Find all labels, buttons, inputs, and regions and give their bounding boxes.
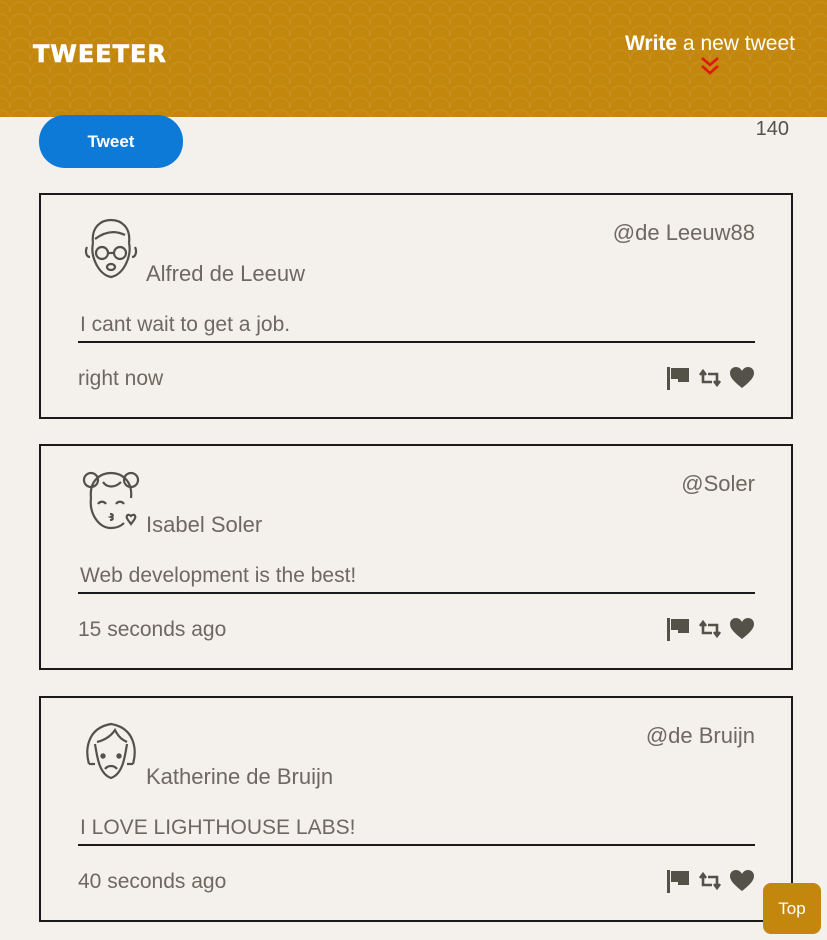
write-new-tweet-toggle[interactable]: Write a new tweet [625, 32, 795, 76]
heart-icon[interactable] [729, 868, 755, 894]
tweet-author-handle: @de Bruijn [645, 723, 755, 748]
brand-logo[interactable]: TWEETER [33, 40, 167, 69]
tweet-card: Isabel Soler @Soler Web development is t… [39, 444, 793, 670]
retweet-icon[interactable] [697, 616, 723, 642]
double-chevron-down-icon[interactable] [699, 56, 721, 76]
glasses-person-icon [84, 218, 138, 279]
tweet-button[interactable]: Tweet [39, 115, 183, 168]
navbar: TWEETER Write a new tweet [0, 0, 827, 117]
tweet-actions [665, 365, 755, 391]
tweet-content: Web development is the best! [78, 564, 755, 594]
kissing-person-icon [82, 471, 140, 530]
flag-icon[interactable] [665, 365, 691, 391]
retweet-icon[interactable] [697, 365, 723, 391]
tweet-timestamp: 40 seconds ago [78, 870, 227, 893]
tweet-actions [665, 868, 755, 894]
scroll-to-top-button[interactable]: Top [763, 883, 821, 934]
retweet-icon[interactable] [697, 868, 723, 894]
flag-icon[interactable] [665, 868, 691, 894]
tweet-author-handle: @de Leeuw88 [612, 220, 755, 245]
sad-person-icon [86, 722, 136, 780]
heart-icon[interactable] [729, 365, 755, 391]
tweet-card: Katherine de Bruijn @de Bruijn I LOVE LI… [39, 696, 793, 922]
tweet-content: I cant wait to get a job. [78, 313, 755, 343]
tweet-actions [665, 616, 755, 642]
tweet-card: Alfred de Leeuw @de Leeuw88 I cant wait … [39, 193, 793, 419]
tweet-author-handle: @Soler [681, 471, 755, 496]
tweet-timestamp: 15 seconds ago [78, 618, 227, 641]
character-counter: 140 [755, 118, 789, 140]
tweet-author-name: Katherine de Bruijn [146, 764, 334, 789]
tweet-timestamp: right now [78, 367, 164, 390]
tweet-author-name: Isabel Soler [146, 512, 263, 537]
tweet-author-name: Alfred de Leeuw [146, 261, 305, 286]
heart-icon[interactable] [729, 616, 755, 642]
write-new-tweet-label[interactable]: Write a new tweet [625, 32, 795, 56]
flag-icon[interactable] [665, 616, 691, 642]
tweet-content: I LOVE LIGHTHOUSE LABS! [78, 816, 755, 846]
